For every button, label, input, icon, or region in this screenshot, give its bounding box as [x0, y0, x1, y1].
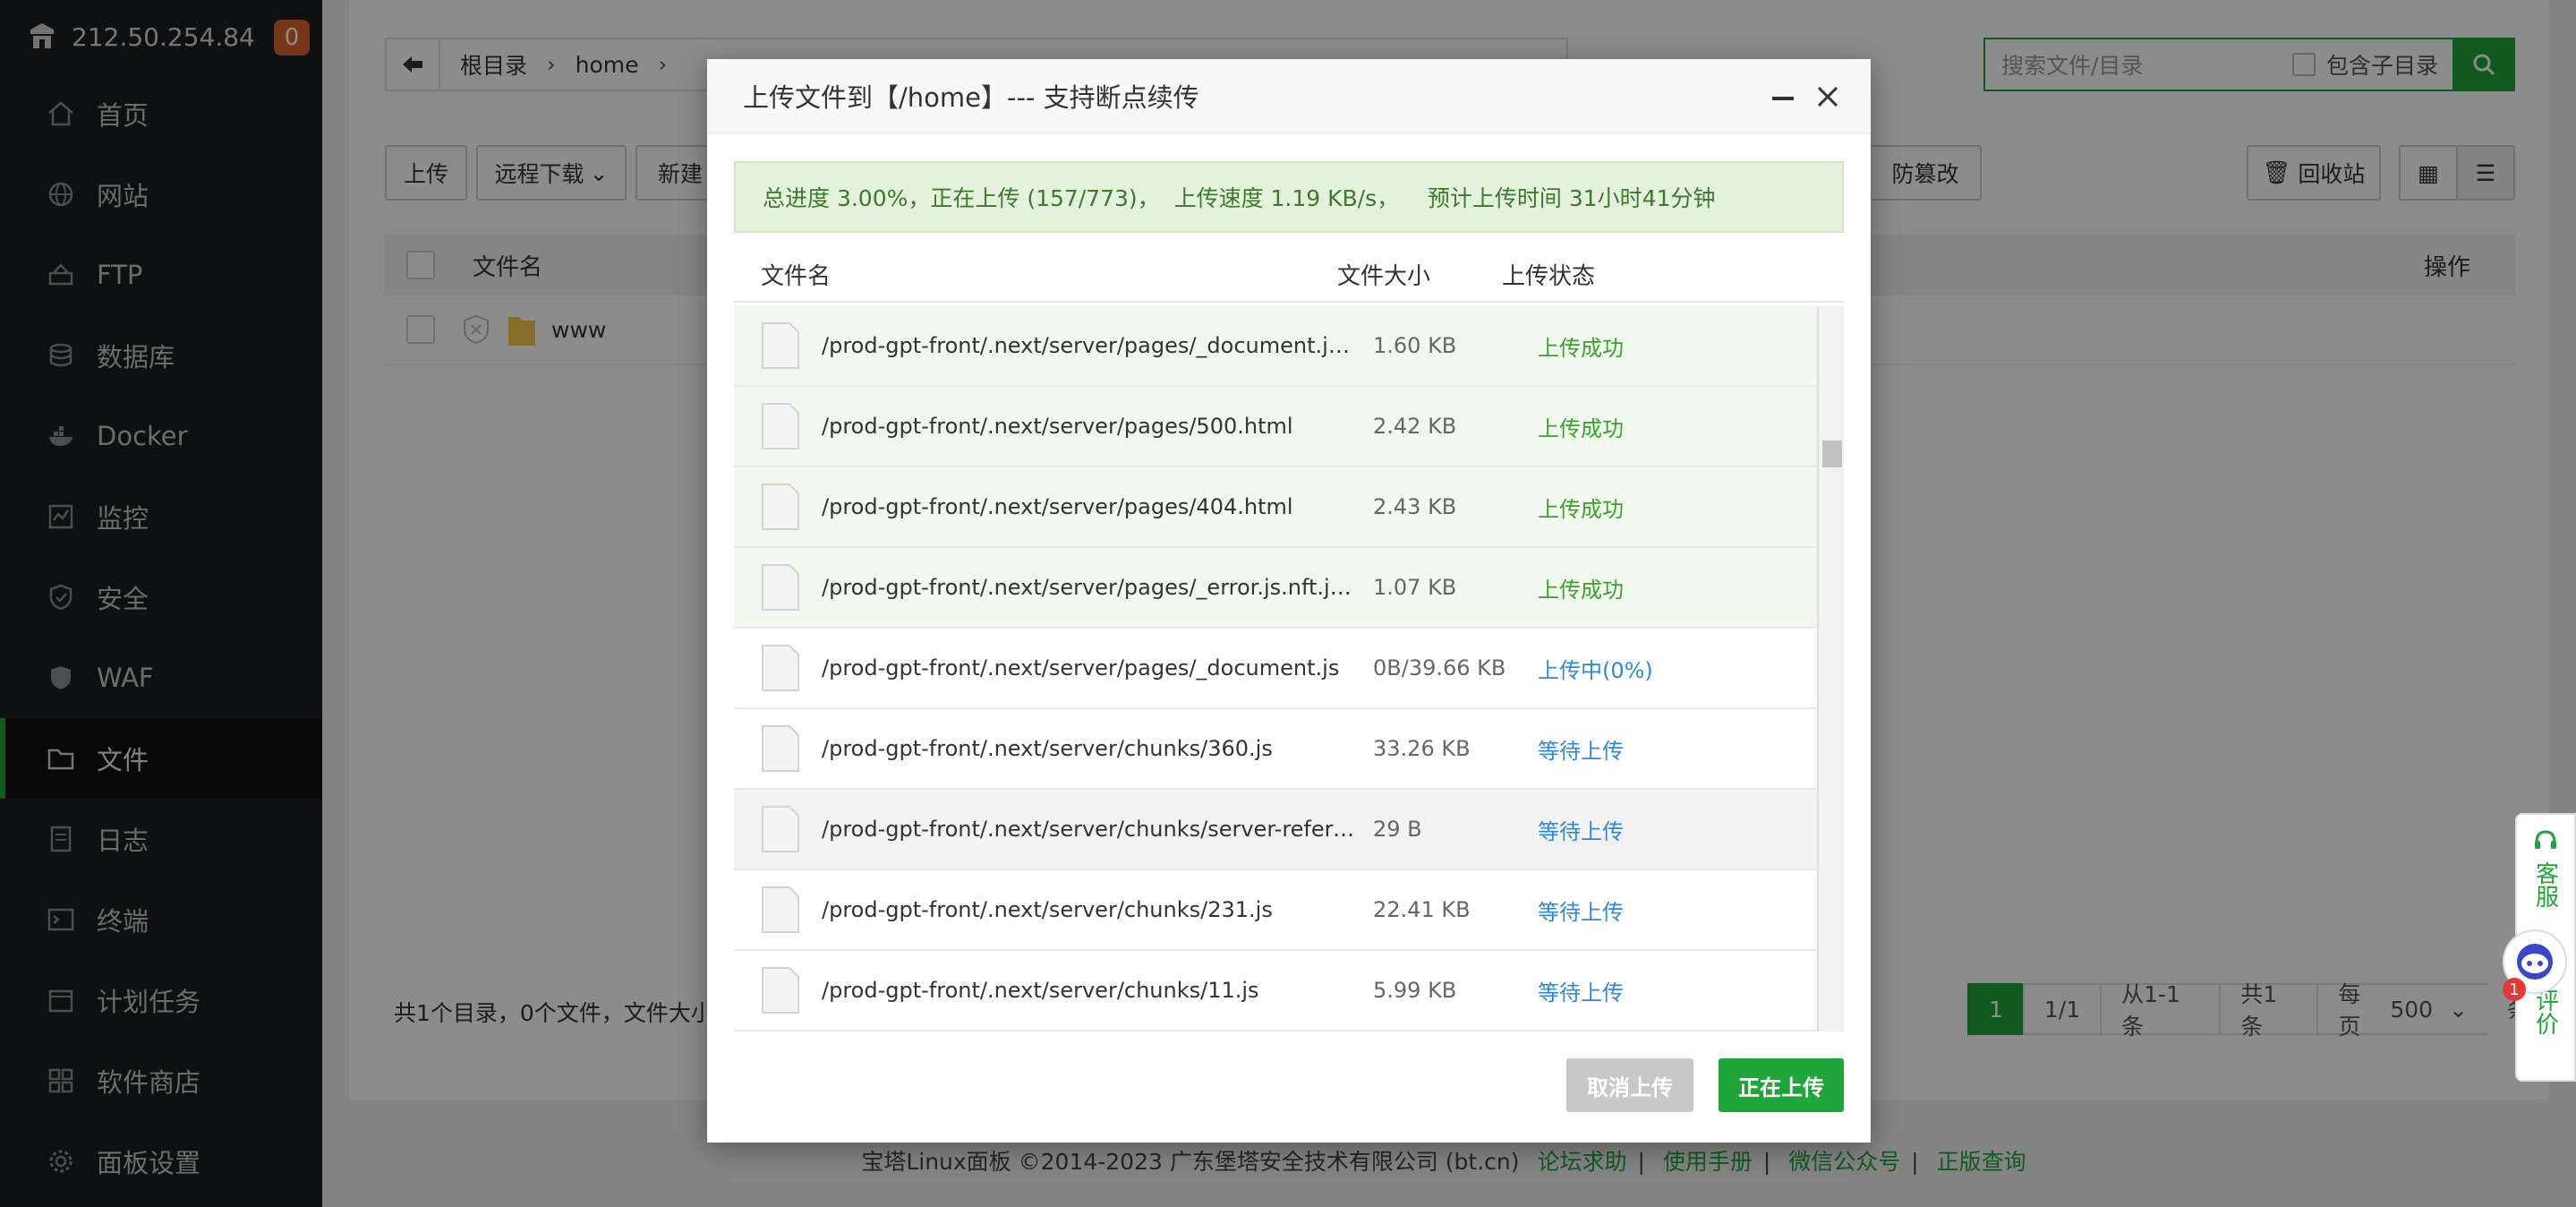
upload-list: /prod-gpt-front/.next/server/pages/_docu… [734, 306, 1817, 1032]
upload-status: 等待上传 [1538, 738, 1624, 764]
file-icon [762, 725, 799, 772]
file-icon [762, 967, 799, 1014]
upload-row: /prod-gpt-front/.next/server/chunks/231.… [734, 870, 1817, 951]
upload-file-name: /prod-gpt-front/.next/server/pages/_erro… [822, 575, 1359, 600]
upload-list-header: 文件名 文件大小 上传状态 [734, 247, 1844, 303]
upload-file-size: 0B/39.66 KB [1373, 655, 1506, 681]
dialog-title: 上传文件到【/home】--- 支持断点续传 [743, 82, 1199, 113]
column-file-size: 文件大小 [1337, 262, 1431, 290]
bot-notification-badge: 1 [2503, 978, 2526, 1001]
upload-file-size: 33.26 KB [1373, 736, 1471, 761]
upload-file-name: /prod-gpt-front/.next/server/pages/_docu… [822, 333, 1359, 358]
file-icon [762, 645, 799, 691]
upload-row: /prod-gpt-front/.next/server/pages/_docu… [734, 306, 1817, 387]
upload-row: /prod-gpt-front/.next/server/chunks/11.j… [734, 951, 1817, 1032]
headset-icon [2535, 830, 2556, 849]
minimize-button[interactable] [1767, 81, 1799, 113]
file-icon [762, 403, 799, 449]
upload-file-size: 2.42 KB [1373, 414, 1457, 439]
file-icon [762, 322, 799, 369]
upload-file-name: /prod-gpt-front/.next/server/chunks/11.j… [822, 978, 1259, 1003]
column-upload-status: 上传状态 [1502, 262, 1596, 290]
upload-file-name: /prod-gpt-front/.next/server/pages/_docu… [822, 655, 1340, 681]
column-file-name: 文件名 [761, 262, 832, 290]
upload-file-size: 22.41 KB [1373, 897, 1471, 922]
file-icon [762, 886, 799, 933]
upload-file-name: /prod-gpt-front/.next/server/chunks/serv… [822, 817, 1359, 842]
upload-file-name: /prod-gpt-front/.next/server/pages/404.h… [822, 494, 1293, 519]
bot-icon [2517, 944, 2553, 980]
upload-list-scrollbar[interactable] [1817, 306, 1844, 1032]
upload-dialog: 上传文件到【/home】--- 支持断点续传 总进度 3.00%，正在上传 (1… [707, 59, 1871, 1143]
upload-progress-summary: 总进度 3.00%，正在上传 (157/773)， 上传速度 1.19 KB/s… [734, 161, 1844, 233]
close-icon [1817, 86, 1838, 107]
file-icon [762, 564, 799, 611]
upload-file-size: 29 B [1373, 817, 1422, 842]
upload-status: 上传中(0%) [1538, 657, 1653, 683]
upload-file-size: 2.43 KB [1373, 494, 1457, 519]
upload-file-size: 1.60 KB [1373, 333, 1457, 358]
upload-row: /prod-gpt-front/.next/server/chunks/360.… [734, 709, 1817, 790]
scrollbar-thumb[interactable] [1822, 441, 1842, 467]
dialog-header: 上传文件到【/home】--- 支持断点续传 [707, 59, 1871, 134]
upload-row: /prod-gpt-front/.next/server/pages/_erro… [734, 548, 1817, 629]
upload-status: 上传成功 [1538, 415, 1624, 441]
customer-service-label[interactable]: 客服 [2529, 861, 2563, 908]
upload-file-size: 5.99 KB [1373, 978, 1457, 1003]
cancel-upload-button[interactable]: 取消上传 [1566, 1058, 1693, 1112]
upload-row: /prod-gpt-front/.next/server/pages/_docu… [734, 629, 1817, 709]
upload-status: 等待上传 [1538, 980, 1624, 1006]
upload-row: /prod-gpt-front/.next/server/pages/500.h… [734, 387, 1817, 467]
close-button[interactable] [1812, 81, 1844, 113]
upload-file-name: /prod-gpt-front/.next/server/pages/500.h… [822, 414, 1293, 439]
file-icon [762, 806, 799, 852]
upload-status: 等待上传 [1538, 818, 1624, 844]
upload-row: /prod-gpt-front/.next/server/pages/404.h… [734, 467, 1817, 548]
uploading-button[interactable]: 正在上传 [1719, 1058, 1844, 1112]
upload-status: 上传成功 [1538, 577, 1624, 603]
upload-status: 上传成功 [1538, 496, 1624, 522]
file-icon [762, 484, 799, 530]
minimize-icon [1772, 97, 1794, 100]
upload-status: 上传成功 [1538, 335, 1624, 361]
upload-status: 等待上传 [1538, 899, 1624, 925]
upload-file-size: 1.07 KB [1373, 575, 1457, 600]
review-label[interactable]: 评价 [2529, 989, 2563, 1035]
upload-file-name: /prod-gpt-front/.next/server/chunks/360.… [822, 736, 1273, 761]
upload-row: /prod-gpt-front/.next/server/chunks/serv… [734, 790, 1817, 870]
upload-file-name: /prod-gpt-front/.next/server/chunks/231.… [822, 897, 1273, 922]
